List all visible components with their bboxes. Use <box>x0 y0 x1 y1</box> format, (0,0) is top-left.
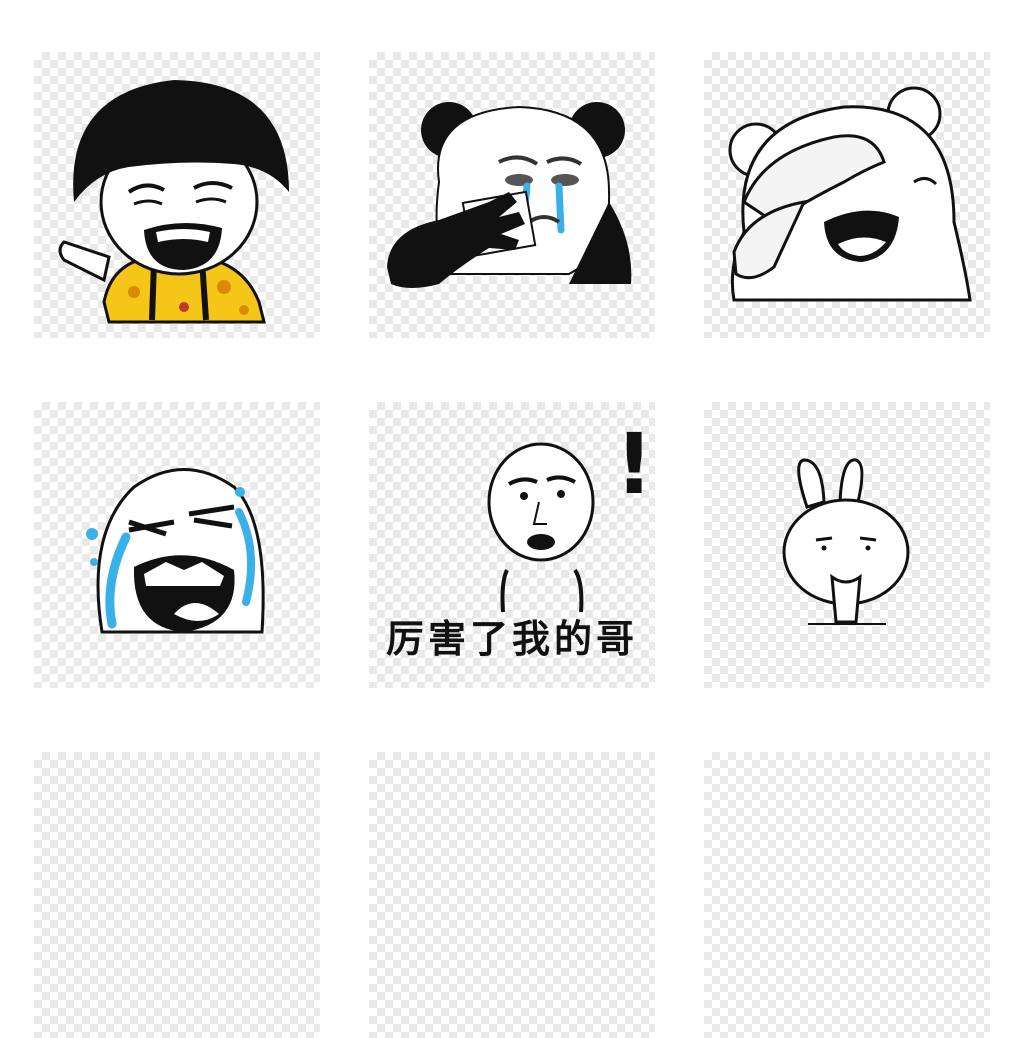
mushroom-hair-crying-boy-icon <box>58 80 289 324</box>
sticker-tile-8[interactable] <box>369 752 655 1038</box>
sticker-tile-2[interactable] <box>369 52 655 338</box>
sticker-tile-9[interactable] <box>704 752 990 1038</box>
sticker-tile-1[interactable] <box>34 52 320 338</box>
sticker-caption: 厉害了我的哥 <box>385 616 638 661</box>
bunny-icon <box>782 458 910 625</box>
rage-face-crying-icon <box>86 468 265 634</box>
sticker-tile-6[interactable] <box>704 402 990 688</box>
sticker-tile-7[interactable] <box>34 752 320 1038</box>
crying-panda-icon <box>387 102 632 288</box>
sticker-tile-5[interactable]: ! 厉害了我的哥 <box>369 402 655 688</box>
sticker-tile-4[interactable] <box>34 402 320 688</box>
exclamation-mark: ! <box>615 415 654 513</box>
laughing-bear-icon <box>728 86 972 302</box>
sticker-tile-3[interactable] <box>704 52 990 338</box>
